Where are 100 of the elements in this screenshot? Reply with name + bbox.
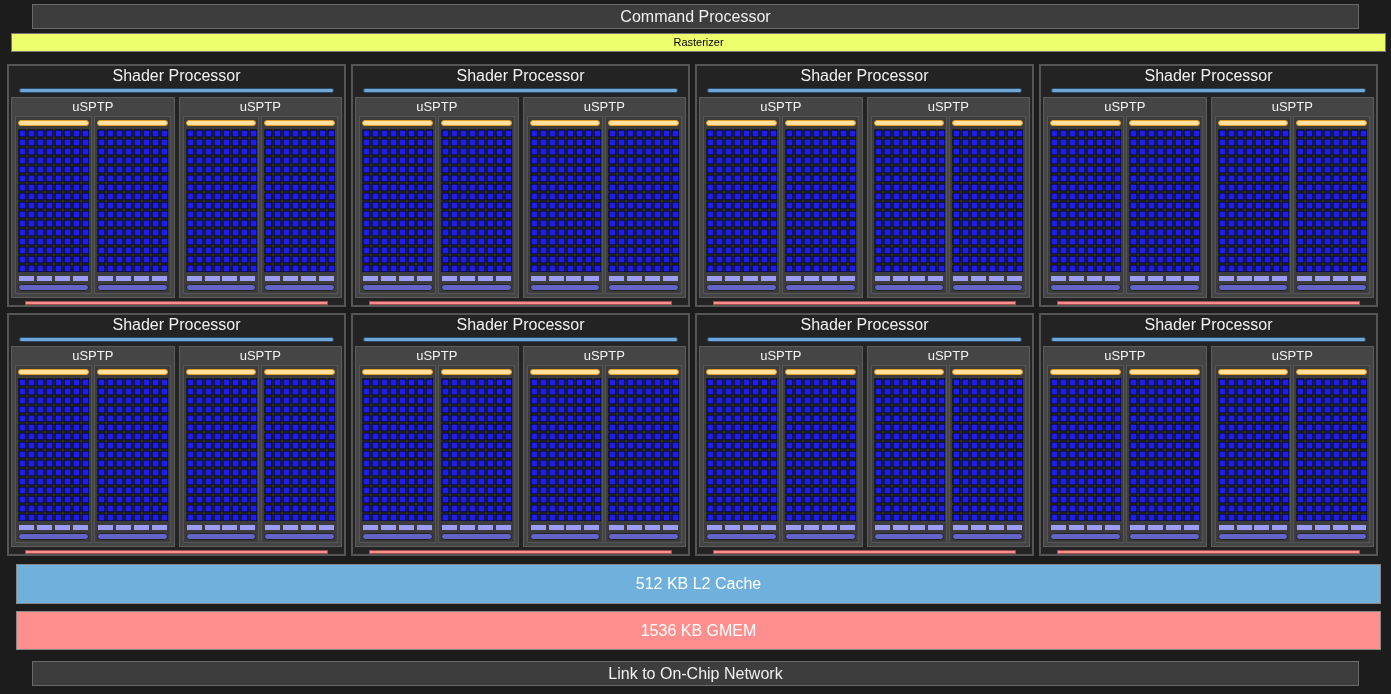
top-bar <box>784 119 856 126</box>
top-bar <box>185 119 257 126</box>
segmented-bar <box>363 524 432 530</box>
top-bar <box>264 119 335 126</box>
segmented-bar <box>530 524 600 530</box>
unit-title: uSPTP <box>583 346 625 365</box>
command-processor-block: Command Processor <box>32 4 1359 29</box>
segmented-bar <box>785 524 855 530</box>
panel-title: Shader Processor <box>456 315 585 335</box>
base-bar <box>185 283 257 291</box>
base-bar <box>529 283 601 291</box>
base-bar <box>1128 283 1200 291</box>
unit-title: uSPTP <box>239 97 281 116</box>
top-bar <box>440 119 512 126</box>
base-bar <box>1296 532 1367 540</box>
panel-title: Shader Processor <box>1144 315 1273 335</box>
segmented-bar <box>19 524 88 530</box>
top-bar <box>18 119 89 126</box>
base-bar <box>96 532 168 540</box>
segmented-bar <box>530 275 600 281</box>
top-bar <box>1296 368 1367 375</box>
rasterizer-block: Rasterizer <box>11 33 1386 52</box>
top-bar <box>96 368 168 375</box>
base-bar <box>952 532 1023 540</box>
base-bar <box>1050 532 1121 540</box>
top-bar <box>706 119 777 126</box>
network-link-block: Link to On-Chip Network <box>32 661 1359 686</box>
segmented-bar <box>97 524 167 530</box>
segmented-bar <box>707 275 776 281</box>
base-bar <box>264 283 335 291</box>
base-bar <box>1128 532 1200 540</box>
panel-title: Shader Processor <box>1144 66 1273 86</box>
unit-title: uSPTP <box>72 346 114 365</box>
base-bar <box>18 283 89 291</box>
unit-title: uSPTP <box>760 97 802 116</box>
top-bar <box>1217 119 1289 126</box>
panel-title: Shader Processor <box>112 315 241 335</box>
segmented-bar <box>363 275 432 281</box>
top-bar <box>362 119 433 126</box>
panel-title: Shader Processor <box>456 66 585 86</box>
base-bar <box>706 283 777 291</box>
segmented-bar <box>953 275 1022 281</box>
panel-title: Shader Processor <box>112 66 241 86</box>
top-bar <box>1050 119 1121 126</box>
unit-title: uSPTP <box>1104 346 1146 365</box>
unit-title: uSPTP <box>583 97 625 116</box>
segmented-bar <box>1129 275 1199 281</box>
top-bar <box>362 368 433 375</box>
unit-title: uSPTP <box>1271 97 1313 116</box>
base-bar <box>185 532 257 540</box>
base-bar <box>1050 283 1121 291</box>
top-bar <box>185 368 257 375</box>
segmented-bar <box>265 524 334 530</box>
base-bar <box>440 283 512 291</box>
unit-title: uSPTP <box>1271 346 1313 365</box>
top-bar <box>1217 368 1289 375</box>
base-bar <box>608 283 679 291</box>
top-bar <box>784 368 856 375</box>
top-bar <box>706 368 777 375</box>
segmented-bar <box>707 524 776 530</box>
base-bar <box>96 283 168 291</box>
top-bar <box>96 119 168 126</box>
segmented-bar <box>1297 275 1366 281</box>
unit-title: uSPTP <box>416 97 458 116</box>
unit-title: uSPTP <box>760 346 802 365</box>
unit-title: uSPTP <box>239 346 281 365</box>
segmented-bar <box>1051 275 1120 281</box>
segmented-bar <box>186 275 256 281</box>
base-bar <box>873 283 945 291</box>
base-bar <box>608 532 679 540</box>
base-bar <box>264 532 335 540</box>
unit-title: uSPTP <box>1104 97 1146 116</box>
segmented-bar <box>19 275 88 281</box>
segmented-bar <box>441 275 511 281</box>
segmented-bar <box>874 524 944 530</box>
base-bar <box>529 532 601 540</box>
gmem-block: 1536 KB GMEM <box>16 611 1381 650</box>
panel-title: Shader Processor <box>800 66 929 86</box>
top-bar <box>529 368 601 375</box>
segmented-bar <box>186 524 256 530</box>
base-bar <box>362 283 433 291</box>
segmented-bar <box>953 524 1022 530</box>
segmented-bar <box>441 524 511 530</box>
top-bar <box>18 368 89 375</box>
top-bar <box>608 368 679 375</box>
base-bar <box>784 532 856 540</box>
top-bar <box>440 368 512 375</box>
base-bar <box>1217 283 1289 291</box>
segmented-bar <box>97 275 167 281</box>
segmented-bar <box>1129 524 1199 530</box>
segmented-bar <box>1051 524 1120 530</box>
base-bar <box>18 532 89 540</box>
base-bar <box>952 283 1023 291</box>
top-bar <box>952 119 1023 126</box>
segmented-bar <box>1218 275 1288 281</box>
top-bar <box>1296 119 1367 126</box>
top-bar <box>608 119 679 126</box>
segmented-bar <box>785 275 855 281</box>
base-bar <box>440 532 512 540</box>
top-bar <box>873 119 945 126</box>
